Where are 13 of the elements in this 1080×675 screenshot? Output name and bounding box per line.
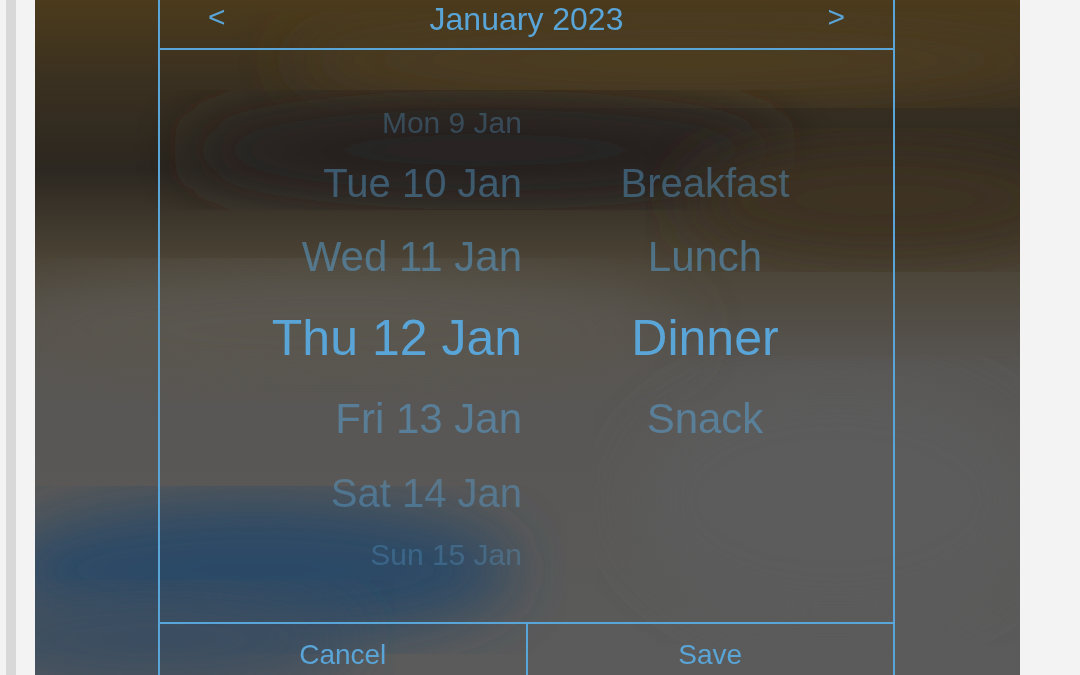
picker-option[interactable]: Snack <box>646 395 764 443</box>
next-month-button[interactable]: > <box>827 0 845 34</box>
picker-option[interactable]: Wed 11 Jan <box>301 233 522 281</box>
picker-option[interactable]: Thu 12 Jan <box>271 310 522 366</box>
save-button[interactable]: Save <box>525 624 893 675</box>
picker-option[interactable]: Lunch <box>647 233 763 281</box>
picker-option[interactable]: Breakfast <box>620 161 790 205</box>
cancel-button[interactable]: Cancel <box>160 624 526 675</box>
picker-option[interactable]: Fri 13 Jan <box>335 395 522 443</box>
previous-month-button[interactable]: < <box>208 0 226 34</box>
picker-option[interactable]: Dinner <box>631 310 779 366</box>
picker-option[interactable]: Tue 10 Jan <box>323 161 522 205</box>
month-title: January 2023 <box>429 0 624 38</box>
